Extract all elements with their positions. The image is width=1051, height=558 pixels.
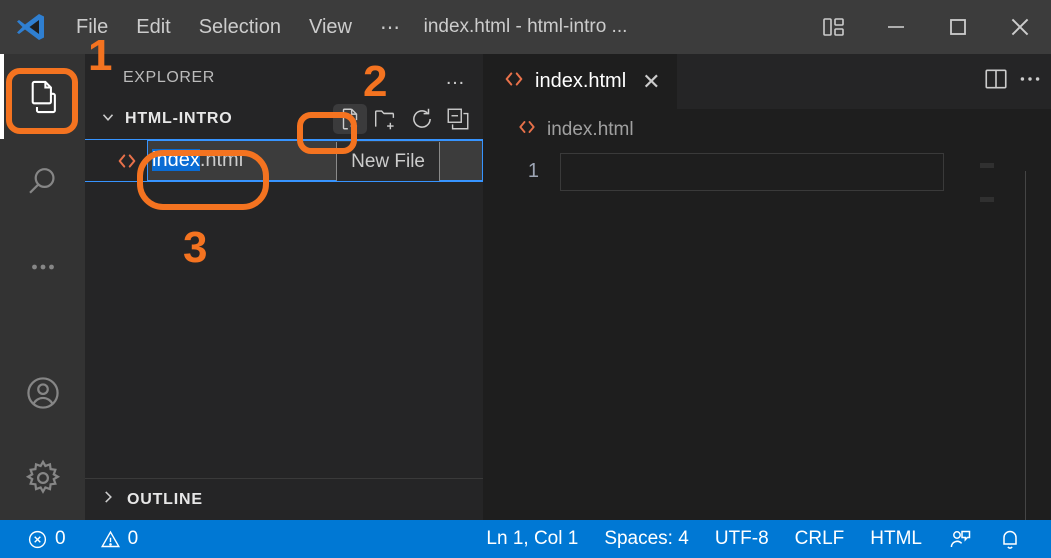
error-count: 0 [55,528,66,549]
minimap-marker [980,197,994,202]
line-number: 1 [527,159,539,182]
title-bar: File Edit Selection View ⋯ index.html - … [0,0,1051,54]
editor-area: index.html ✕ index.html 1 [483,54,1051,520]
status-bar-right: Ln 1, Col 1 Spaces: 4 UTF-8 CRLF HTML [473,527,1051,551]
bell-icon[interactable] [985,527,1035,551]
rename-input-value: index.html [148,149,243,172]
warning-icon [100,529,121,550]
sidebar-item-explorer[interactable] [0,54,85,139]
minimap-marker [980,163,994,168]
status-encoding[interactable]: UTF-8 [702,528,782,550]
annotation-number-1: 1 [88,31,113,80]
new-file-button[interactable] [333,104,367,134]
breadcrumb[interactable]: index.html [483,109,1051,151]
folder-name-label: HTML-INTRO [125,110,233,127]
status-bar: 0 0 Ln 1, Col 1 Spaces: 4 UTF-8 CRLF HTM… [0,520,1051,558]
warning-count: 0 [127,528,139,549]
collapse-all-icon[interactable] [441,104,475,134]
menu-item-view[interactable]: View [295,13,366,41]
file-rename-row: index.html New File [85,139,483,182]
new-folder-button[interactable] [369,104,403,134]
editor-tab-bar: index.html ✕ [483,54,1051,109]
refresh-icon[interactable] [405,104,439,134]
rename-rest-text: .html [199,149,244,171]
vscode-window: File Edit Selection View ⋯ index.html - … [0,0,1051,558]
current-line-highlight [560,153,944,191]
rename-input[interactable]: index.html New File [147,140,483,181]
account-icon[interactable] [0,350,85,435]
explorer-sidebar: EXPLORER … HTML-INTRO index.html New Fil… [85,54,483,520]
layout-icon[interactable] [803,0,865,54]
rename-selected-text: index [152,149,200,171]
status-eol[interactable]: CRLF [782,528,858,550]
gear-icon[interactable] [0,435,85,520]
close-icon[interactable]: ✕ [642,69,660,95]
folder-header-row[interactable]: HTML-INTRO [85,102,483,136]
chevron-right-icon [99,488,117,511]
annotation-number-2: 2 [363,57,388,106]
editor-actions [983,54,1043,109]
minimap-divider [1025,171,1026,520]
menu-item-edit[interactable]: Edit [122,13,184,41]
chevron-down-icon [99,108,117,131]
vscode-logo-icon [0,11,62,43]
status-language-mode[interactable]: HTML [857,528,935,550]
activity-bar [0,54,85,520]
html-file-icon [517,117,537,143]
close-icon[interactable] [989,0,1051,54]
tab-label: index.html [535,70,627,92]
feedback-icon[interactable] [935,527,985,551]
sidebar-header: EXPLORER … [85,54,483,102]
explorer-toolbar [333,102,475,136]
window-controls [803,0,1051,54]
tab-index-html[interactable]: index.html ✕ [483,54,677,109]
maximize-icon[interactable] [927,0,989,54]
outline-label: OUTLINE [127,490,203,508]
status-cursor-position[interactable]: Ln 1, Col 1 [473,528,591,550]
html-file-icon [503,68,525,96]
html-file-icon [107,150,147,172]
code-editor[interactable]: 1 [483,151,1051,520]
menu-item-selection[interactable]: Selection [185,13,295,41]
status-warnings[interactable]: 0 [87,528,152,550]
breadcrumb-label: index.html [547,119,634,140]
sidebar-more-actions-button[interactable]: … [445,54,467,102]
annotation-number-3: 3 [183,223,208,272]
menu-bar: File Edit Selection View ⋯ [62,11,416,44]
error-icon [27,529,48,550]
split-editor-icon[interactable] [983,66,1009,97]
minimize-icon[interactable] [865,0,927,54]
sidebar-title: EXPLORER [123,69,215,86]
new-file-badge: New File [336,142,440,181]
sidebar-item-more[interactable] [0,224,85,309]
editor-line-1: 1 [483,151,1051,191]
status-indentation[interactable]: Spaces: 4 [591,528,702,550]
menu-overflow-button[interactable]: ⋯ [366,11,416,44]
status-bar-left: 0 0 [0,528,151,550]
status-errors[interactable]: 0 [14,528,79,550]
sidebar-item-search[interactable] [0,139,85,224]
outline-section-header[interactable]: OUTLINE [85,478,483,520]
editor-more-actions-icon[interactable] [1017,66,1043,97]
